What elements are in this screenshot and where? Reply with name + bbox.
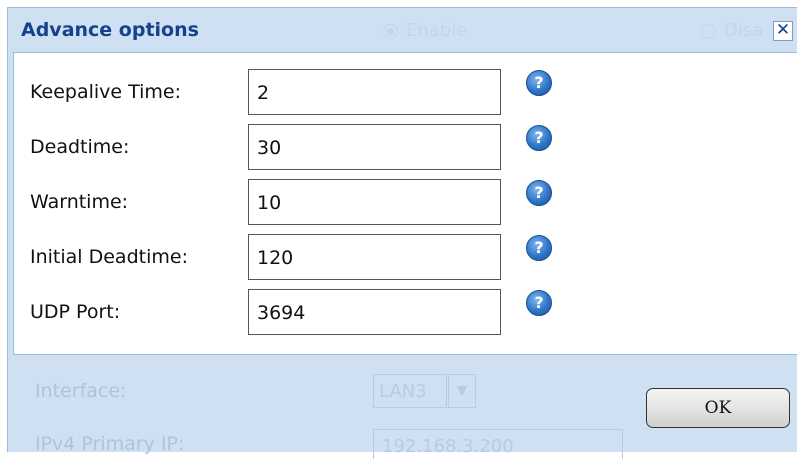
chevron-down-icon: ▼ <box>448 374 476 408</box>
field-row-keepalive-time: Keepalive Time: 2 ? <box>14 69 797 115</box>
bg-interface-select: LAN3 <box>373 374 447 408</box>
radio-icon <box>383 23 398 39</box>
advance-options-dialog: Advance options Enable Disa ✕ Keepalive … <box>7 7 797 459</box>
help-question-icon[interactable]: ? <box>526 180 552 206</box>
keepalive-time-input[interactable]: 2 <box>248 69 501 115</box>
bg-ipv4-field: 192.168.3.200 <box>373 429 623 459</box>
initial-deadtime-label: Initial Deadtime: <box>30 246 188 268</box>
warntime-label: Warntime: <box>30 191 129 213</box>
bg-radio-enable: Enable <box>383 20 467 41</box>
close-button[interactable]: ✕ <box>773 21 793 41</box>
bg-radio-disable: Disa <box>701 20 763 41</box>
deadtime-label: Deadtime: <box>30 136 130 158</box>
dialog-titlebar: Advance options Enable Disa ✕ <box>8 8 797 54</box>
field-row-warntime: Warntime: 10 ? <box>14 179 797 225</box>
bg-interface-label: Interface: <box>35 380 127 402</box>
ok-button[interactable]: OK <box>646 388 790 428</box>
radio-icon <box>701 23 716 39</box>
keepalive-time-label: Keepalive Time: <box>30 81 182 103</box>
field-row-initial-deadtime: Initial Deadtime: 120 ? <box>14 234 797 280</box>
help-question-icon[interactable]: ? <box>526 125 552 151</box>
close-icon: ✕ <box>775 20 791 40</box>
bg-radio-disable-label: Disa <box>724 20 764 41</box>
field-row-deadtime: Deadtime: 30 ? <box>14 124 797 170</box>
bg-radio-enable-label: Enable <box>406 20 468 41</box>
initial-deadtime-input[interactable]: 120 <box>248 234 501 280</box>
udp-port-input[interactable]: 3694 <box>248 289 501 335</box>
options-panel: Keepalive Time: 2 ? Deadtime: 30 ? Warnt… <box>13 52 797 355</box>
help-question-icon[interactable]: ? <box>526 290 552 316</box>
dialog-title: Advance options <box>21 19 199 41</box>
field-row-udp-port: UDP Port: 3694 ? <box>14 289 797 335</box>
warntime-input[interactable]: 10 <box>248 179 501 225</box>
deadtime-input[interactable]: 30 <box>248 124 501 170</box>
help-question-icon[interactable]: ? <box>526 235 552 261</box>
help-question-icon[interactable]: ? <box>526 70 552 96</box>
udp-port-label: UDP Port: <box>30 301 121 323</box>
